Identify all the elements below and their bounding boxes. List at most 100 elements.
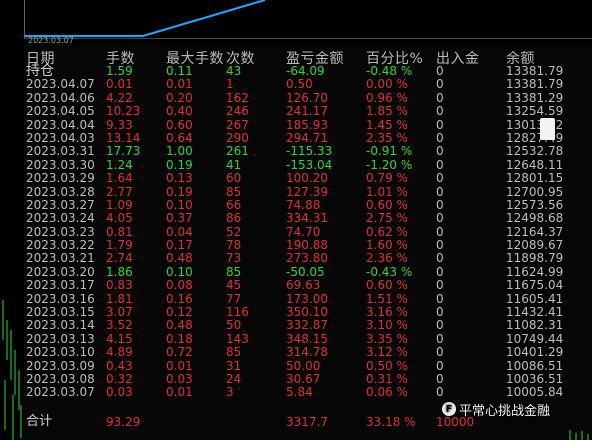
cell-lots: 2.77 bbox=[106, 184, 133, 199]
cell-lots: 1.81 bbox=[106, 291, 133, 306]
cell-lots: 0.83 bbox=[106, 278, 133, 293]
cell-count: 85 bbox=[226, 264, 242, 279]
cell-count: 162 bbox=[226, 90, 249, 105]
cell-pct: 3.35 % bbox=[366, 331, 408, 346]
table-row: 2023.03.28 2.77 0.19 85 127.39 1.01 % 0 12700.9… bbox=[24, 184, 592, 199]
cell-date: 2023.03.21 bbox=[26, 251, 95, 266]
cell-count: 31 bbox=[226, 358, 242, 373]
cell-balance: 13381.29 bbox=[506, 90, 564, 105]
cell-io: 0 bbox=[436, 144, 444, 159]
cell-count: 246 bbox=[226, 104, 249, 119]
cell-max-lots: 0.08 bbox=[166, 278, 193, 293]
cell-date: 2023.03.07 bbox=[26, 385, 95, 400]
cell-date: 2023.03.23 bbox=[26, 224, 95, 239]
table-row: 2023.03.14 3.52 0.48 50 332.87 3.10 % 0 11082.3… bbox=[24, 318, 592, 333]
total-pct: 33.18 % bbox=[366, 415, 416, 429]
brand-text: 平常心挑战金融 bbox=[459, 403, 551, 419]
cell-io: 0 bbox=[436, 211, 444, 226]
cell-date: 2023.03.08 bbox=[26, 371, 95, 386]
cell-date: 2023.03.10 bbox=[26, 345, 95, 360]
position-pnl: -64.09 bbox=[286, 64, 325, 78]
cell-max-lots: 0.48 bbox=[166, 251, 193, 266]
cell-io: 0 bbox=[436, 318, 444, 333]
table-row: 2023.03.27 1.09 0.10 66 74.88 0.60 % 0 12573.56 bbox=[24, 197, 592, 212]
cell-balance: 11082.31 bbox=[506, 318, 564, 333]
cell-pnl: -115.33 bbox=[286, 144, 333, 159]
cell-io: 0 bbox=[436, 224, 444, 239]
cell-date: 2023.04.07 bbox=[26, 77, 95, 92]
cell-io: 0 bbox=[436, 371, 444, 386]
cell-lots: 10.23 bbox=[106, 104, 141, 119]
table-row: 2023.04.03 13.14 0.64 290 294.71 2.35 % 0 12827… bbox=[24, 130, 592, 145]
daily-report-panel: 日期 手数 最大手数 次数 盈亏金额 百分比% 出入金 余额 持仓 1.59 0… bbox=[24, 44, 592, 440]
cell-balance: 12089.67 bbox=[506, 238, 564, 253]
position-balance: 13381.79 bbox=[506, 64, 564, 78]
cell-pnl: 273.80 bbox=[286, 251, 328, 266]
cell-balance: 11675.04 bbox=[506, 278, 564, 293]
cell-balance: 13254.59 bbox=[506, 104, 564, 119]
cell-count: 78 bbox=[226, 238, 242, 253]
table-row: 2023.03.22 1.79 0.17 78 190.88 1.60 % 0 12089.6… bbox=[24, 238, 592, 253]
cell-lots: 1.86 bbox=[106, 264, 133, 279]
table-row: 2023.03.07 0.03 0.01 3 5.84 0.06 % 0 10005.84 bbox=[24, 385, 592, 400]
cell-lots: 1.24 bbox=[106, 157, 133, 172]
table-row: 2023.04.06 4.22 0.20 162 126.70 0.96 % 0 13381.… bbox=[24, 90, 592, 105]
cell-max-lots: 0.19 bbox=[166, 184, 193, 199]
cell-max-lots: 0.01 bbox=[166, 385, 193, 400]
cell-lots: 1.09 bbox=[106, 197, 133, 212]
cell-pct: 0.96 % bbox=[366, 90, 408, 105]
cell-pct: 0.00 % bbox=[366, 77, 408, 92]
cell-count: 50 bbox=[226, 318, 242, 333]
brand-icon: F bbox=[442, 402, 456, 416]
cell-pct: -0.43 % bbox=[366, 264, 413, 279]
cell-pnl: 348.15 bbox=[286, 331, 328, 346]
cell-date: 2023.03.09 bbox=[26, 358, 95, 373]
cell-lots: 4.15 bbox=[106, 331, 133, 346]
cell-io: 0 bbox=[436, 305, 444, 320]
cell-date: 2023.03.24 bbox=[26, 211, 95, 226]
cell-lots: 3.52 bbox=[106, 318, 133, 333]
table-row: 2023.03.29 1.64 0.13 60 100.20 0.79 % 0 12801.1… bbox=[24, 171, 592, 186]
cell-max-lots: 1.00 bbox=[166, 144, 193, 159]
cell-pct: 1.51 % bbox=[366, 291, 408, 306]
cell-lots: 13.14 bbox=[106, 130, 141, 145]
cell-count: 267 bbox=[226, 117, 249, 132]
cell-balance: 10086.51 bbox=[506, 358, 564, 373]
position-row: 持仓 1.59 0.11 43 -64.09 -0.48 % 0 13381.7… bbox=[24, 64, 592, 78]
cell-max-lots: 0.13 bbox=[166, 171, 193, 186]
cell-pnl: 5.84 bbox=[286, 385, 313, 400]
position-lots: 1.59 bbox=[106, 64, 133, 78]
cell-max-lots: 0.16 bbox=[166, 291, 193, 306]
cell-io: 0 bbox=[436, 77, 444, 92]
cell-date: 2023.04.06 bbox=[26, 90, 95, 105]
position-max-lots: 0.11 bbox=[166, 64, 193, 78]
cell-io: 0 bbox=[436, 385, 444, 400]
total-pnl: 3317.7 bbox=[286, 415, 328, 429]
cell-date: 2023.03.15 bbox=[26, 305, 95, 320]
cell-pnl: 74.88 bbox=[286, 197, 321, 212]
cell-pnl: 314.78 bbox=[286, 345, 328, 360]
table-row: 2023.03.30 1.24 0.19 41 -153.04 -1.20 % 0 12648… bbox=[24, 157, 592, 172]
cell-pct: 2.35 % bbox=[366, 130, 408, 145]
cell-count: 1 bbox=[226, 77, 234, 92]
cell-balance: 10036.51 bbox=[506, 371, 564, 386]
cell-date: 2023.04.03 bbox=[26, 130, 95, 145]
total-lots: 93.29 bbox=[106, 415, 141, 429]
cell-pct: 3.16 % bbox=[366, 305, 408, 320]
cell-date: 2023.03.20 bbox=[26, 264, 95, 279]
cell-balance: 11624.99 bbox=[506, 264, 564, 279]
cell-pnl: 30.67 bbox=[286, 371, 321, 386]
cell-count: 45 bbox=[226, 278, 242, 293]
cell-pnl: 126.70 bbox=[286, 90, 328, 105]
cell-balance: 12700.95 bbox=[506, 184, 564, 199]
cell-count: 73 bbox=[226, 251, 242, 266]
cell-date: 2023.03.28 bbox=[26, 184, 95, 199]
cell-pnl: 100.20 bbox=[286, 171, 328, 186]
cell-pct: 0.60 % bbox=[366, 197, 408, 212]
cell-date: 2023.03.13 bbox=[26, 331, 95, 346]
position-count: 43 bbox=[226, 64, 242, 78]
cell-max-lots: 0.12 bbox=[166, 305, 193, 320]
table-row: 2023.03.23 0.81 0.04 52 74.70 0.62 % 0 12164.37 bbox=[24, 224, 592, 239]
cell-count: 66 bbox=[226, 197, 242, 212]
scroll-handle[interactable] bbox=[540, 118, 555, 140]
